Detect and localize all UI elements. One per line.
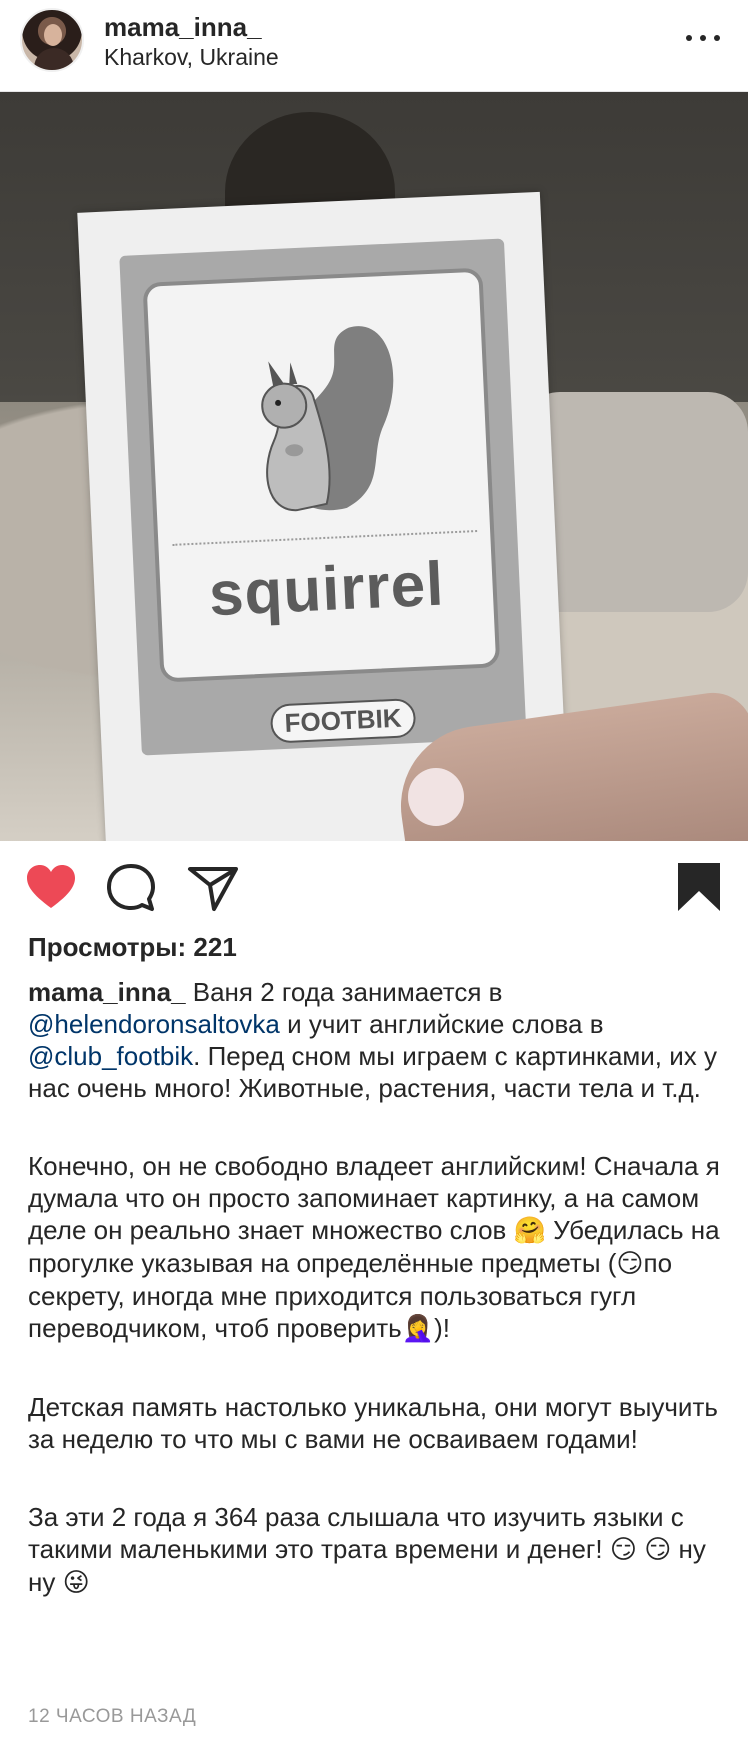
flashcard-panel: squirrel bbox=[142, 267, 501, 683]
bookmark-icon[interactable] bbox=[672, 861, 726, 915]
post-photo[interactable]: squirrel FOOTBIK bbox=[0, 92, 748, 841]
heart-icon[interactable] bbox=[24, 861, 78, 915]
mention-helendoronsaltovka[interactable]: @helendoronsaltovka bbox=[28, 1009, 280, 1039]
share-icon[interactable] bbox=[186, 861, 240, 915]
caption-text: За эти 2 года я 364 раза слышала что изу… bbox=[28, 1502, 684, 1564]
flashcard-frame: squirrel FOOTBIK bbox=[119, 238, 527, 756]
caption-text: и учит английские слова в bbox=[279, 1009, 604, 1039]
mention-club-footbik[interactable]: @club_footbik bbox=[28, 1041, 193, 1071]
squirrel-illustration bbox=[261, 326, 394, 512]
caption-paragraph-1: mama_inna_ Ваня 2 года занимается в @hel… bbox=[28, 976, 728, 1104]
comment-icon[interactable] bbox=[104, 861, 158, 915]
view-count[interactable]: Просмотры: 221 bbox=[28, 932, 237, 963]
action-bar bbox=[0, 841, 748, 933]
caption-username[interactable]: mama_inna_ bbox=[28, 977, 186, 1007]
post-header: mama_inna_ Kharkov, Ukraine bbox=[0, 0, 748, 92]
avatar-face-shape bbox=[44, 24, 62, 46]
smirk-emoji: 😏 bbox=[616, 1249, 644, 1279]
caption-paragraph-2: Конечно, он не свободно владеет английск… bbox=[28, 1150, 728, 1345]
caption-text: )! bbox=[434, 1313, 450, 1343]
avatar-body-shape bbox=[34, 48, 74, 70]
flashcard-divider bbox=[172, 530, 478, 546]
smirk-emoji: 😏 bbox=[644, 1535, 672, 1565]
flashcard-logo: FOOTBIK bbox=[269, 698, 417, 744]
more-options-icon[interactable] bbox=[686, 28, 720, 48]
post-caption: mama_inna_ Ваня 2 года занимается в @hel… bbox=[28, 976, 728, 1599]
flashcard-word: squirrel bbox=[207, 549, 446, 630]
smirk-emoji: 😏 bbox=[609, 1535, 637, 1565]
post-location[interactable]: Kharkov, Ukraine bbox=[104, 44, 279, 71]
caption-paragraph-4: За эти 2 года я 364 раза слышала что изу… bbox=[28, 1501, 728, 1599]
hugging-face-emoji: 🤗 bbox=[513, 1216, 546, 1246]
caption-paragraph-3: Детская память настолько уникальна, они … bbox=[28, 1392, 718, 1454]
post-timestamp: 12 ЧАСОВ НАЗАД bbox=[28, 1706, 197, 1727]
photo-nail bbox=[408, 768, 464, 826]
caption-text: Ваня 2 года занимается в bbox=[185, 977, 503, 1007]
facepalm-emoji: 🤦‍♀️ bbox=[401, 1314, 435, 1344]
post-username[interactable]: mama_inna_ bbox=[104, 12, 262, 43]
winking-tongue-emoji: 😜 bbox=[62, 1568, 90, 1598]
avatar[interactable] bbox=[20, 8, 84, 72]
